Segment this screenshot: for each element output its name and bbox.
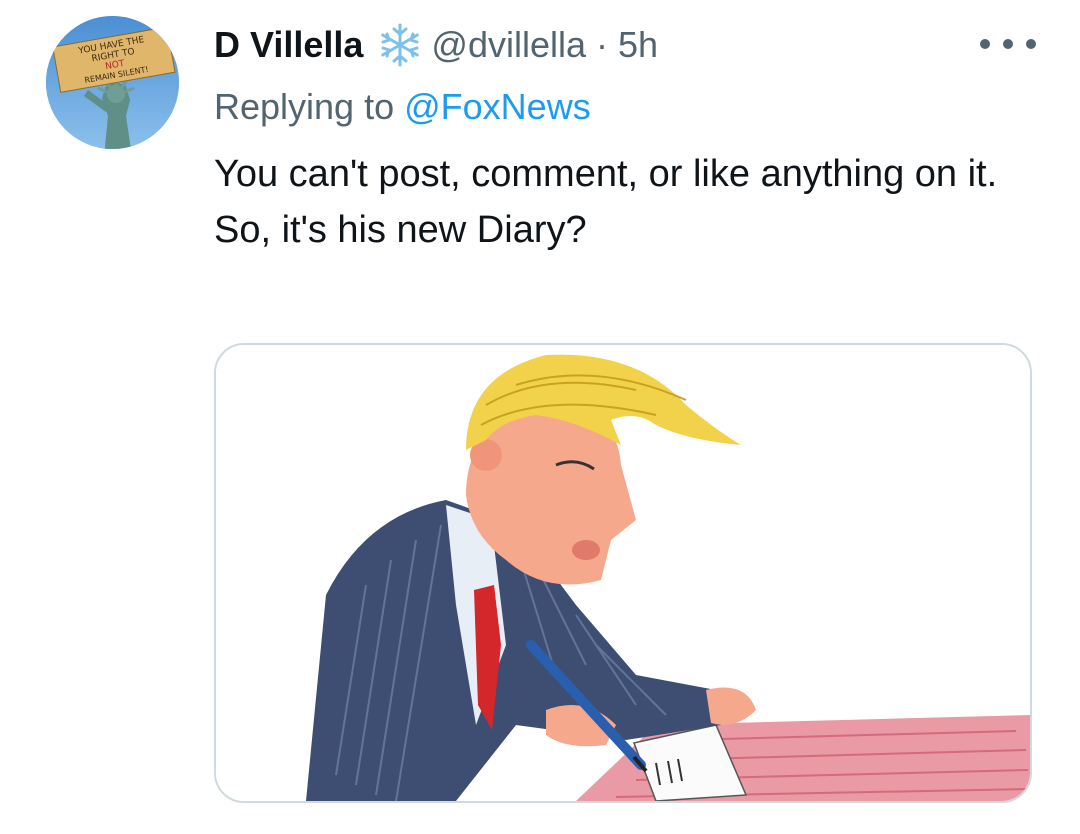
statue-of-liberty-icon: YOU HAVE THE RIGHT TO NOT REMAIN SILENT! bbox=[46, 16, 179, 149]
tweet-text-line: You can't post, comment, or like anythin… bbox=[214, 153, 998, 195]
tweet-text: You can't post, comment, or like anythin… bbox=[214, 146, 1044, 258]
avatar[interactable]: YOU HAVE THE RIGHT TO NOT REMAIN SILENT! bbox=[46, 16, 179, 149]
separator-dot: · bbox=[596, 24, 609, 65]
timestamp[interactable]: 5h bbox=[618, 24, 658, 66]
more-horizontal-icon[interactable] bbox=[980, 26, 1036, 62]
tweet-media[interactable] bbox=[214, 343, 1032, 803]
replying-prefix: Replying to bbox=[214, 86, 395, 127]
snowflake-icon bbox=[377, 22, 423, 68]
political-cartoon-image bbox=[216, 345, 1030, 801]
display-name[interactable]: D Villella bbox=[214, 24, 363, 66]
tweet: YOU HAVE THE RIGHT TO NOT REMAIN SILENT!… bbox=[0, 0, 1080, 834]
tweet-text-line: So, it's his new Diary? bbox=[214, 209, 587, 251]
more-dot bbox=[1026, 39, 1036, 49]
more-dot bbox=[1003, 39, 1013, 49]
more-dot bbox=[980, 39, 990, 49]
replying-to: Replying to @FoxNews bbox=[214, 86, 591, 128]
user-handle[interactable]: @dvillella bbox=[431, 24, 586, 66]
reply-mention-link[interactable]: @FoxNews bbox=[404, 86, 591, 127]
tweet-header: D Villella @dvillella · 5h bbox=[214, 20, 658, 70]
